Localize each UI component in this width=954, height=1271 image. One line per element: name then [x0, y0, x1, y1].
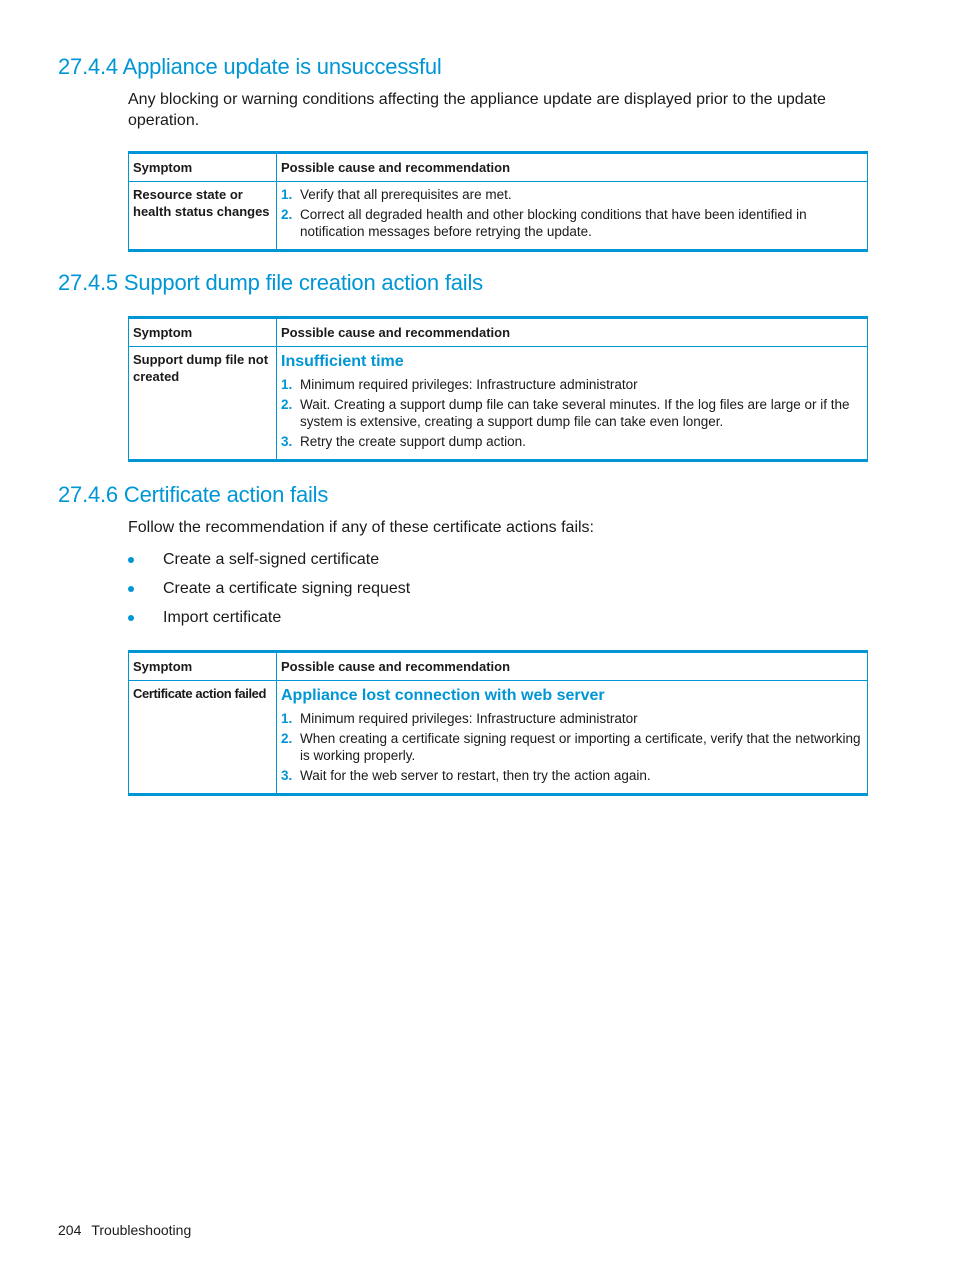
- step-text: Wait. Creating a support dump file can t…: [300, 397, 850, 429]
- step-text: Minimum required privileges: Infrastruct…: [300, 711, 638, 726]
- list-item: Create a self-signed certificate: [128, 549, 410, 578]
- symptom-table: Symptom Possible cause and recommendatio…: [128, 316, 868, 462]
- footer-section-title: Troubleshooting: [91, 1222, 192, 1238]
- list-item: Create a certificate signing request: [128, 578, 410, 607]
- list-item-text: Import certificate: [163, 609, 282, 626]
- list-item: Import certificate: [128, 607, 410, 636]
- symptom-cell: Support dump file not created: [128, 346, 277, 462]
- step-text: Wait for the web server to restart, then…: [300, 768, 651, 783]
- step-item: 2. Correct all degraded health and other …: [281, 206, 863, 240]
- step-number: 2.: [281, 397, 293, 412]
- table-header-row: Symptom Possible cause and recommendatio…: [128, 152, 868, 182]
- recommendation-cell: Insufficient time 1. Minimum required pri…: [276, 346, 868, 462]
- steps-list: 1. Minimum required privileges: Infrastru…: [281, 710, 863, 784]
- step-item: 3. Wait for the web server to restart, th…: [281, 767, 863, 784]
- step-number: 1.: [281, 187, 293, 202]
- section-intro: Any blocking or warning conditions affec…: [128, 91, 826, 129]
- table-row: Support dump file not created Insufficie…: [128, 346, 868, 462]
- step-text: Verify that all prerequisites are met.: [300, 187, 512, 202]
- steps-list: 1. Minimum required privileges: Infrastru…: [281, 376, 863, 450]
- header-recommendation: Possible cause and recommendation: [276, 152, 868, 182]
- step-item: 1. Verify that all prerequisites are met.: [281, 186, 863, 203]
- step-item: 1. Minimum required privileges: Infrastru…: [281, 710, 863, 727]
- step-text: Correct all degraded health and other bl…: [300, 207, 807, 239]
- header-symptom: Symptom: [128, 317, 277, 347]
- table-header-row: Symptom Possible cause and recommendatio…: [128, 651, 868, 681]
- step-number: 2.: [281, 207, 293, 222]
- certificate-actions-list: Create a self-signed certificate Create …: [128, 549, 410, 636]
- bullet-icon: [128, 557, 134, 563]
- step-text: When creating a certificate signing requ…: [300, 731, 861, 763]
- section-intro: Follow the recommendation if any of thes…: [128, 519, 594, 536]
- steps-list: 1. Verify that all prerequisites are met.…: [281, 186, 863, 240]
- table-row: Resource state or health status changes …: [128, 181, 868, 252]
- header-symptom: Symptom: [128, 651, 277, 681]
- header-recommendation: Possible cause and recommendation: [276, 651, 868, 681]
- symptom-cell: Certificate action failed: [128, 680, 277, 796]
- header-symptom: Symptom: [128, 152, 277, 182]
- section-heading: 27.4.5 Support dump file creation action…: [58, 270, 483, 295]
- symptom-table: Symptom Possible cause and recommendatio…: [128, 151, 868, 252]
- table-row: Certificate action failed Appliance lost…: [128, 680, 868, 796]
- list-item-text: Create a self-signed certificate: [163, 551, 380, 568]
- recommendation-cell: 1. Verify that all prerequisites are met.…: [276, 181, 868, 252]
- step-item: 2. Wait. Creating a support dump file can…: [281, 396, 863, 430]
- step-item: 3. Retry the create support dump action.: [281, 433, 863, 450]
- step-number: 1.: [281, 377, 293, 392]
- step-item: 2. When creating a certificate signing re…: [281, 730, 863, 764]
- page-number: 204: [58, 1222, 82, 1238]
- step-text: Minimum required privileges: Infrastruct…: [300, 377, 638, 392]
- header-recommendation: Possible cause and recommendation: [276, 317, 868, 347]
- step-item: 1. Minimum required privileges: Infrastru…: [281, 376, 863, 393]
- bullet-icon: [128, 586, 134, 592]
- section-heading: 27.4.6 Certificate action fails: [58, 482, 329, 507]
- page-footer: 204 Troubleshooting: [58, 1222, 201, 1238]
- step-text: Retry the create support dump action.: [300, 434, 526, 449]
- step-number: 2.: [281, 731, 293, 746]
- step-number: 1.: [281, 711, 293, 726]
- cause-heading: Appliance lost connection with web serve…: [281, 687, 605, 704]
- table-header-row: Symptom Possible cause and recommendatio…: [128, 317, 868, 347]
- cause-heading: Insufficient time: [281, 353, 404, 370]
- list-item-text: Create a certificate signing request: [163, 580, 411, 597]
- recommendation-cell: Appliance lost connection with web serve…: [276, 680, 868, 796]
- step-number: 3.: [281, 768, 293, 783]
- symptom-cell: Resource state or health status changes: [128, 181, 277, 252]
- bullet-icon: [128, 615, 134, 621]
- section-heading: 27.4.4 Appliance update is unsuccessful: [58, 54, 442, 79]
- symptom-table: Symptom Possible cause and recommendatio…: [128, 650, 868, 796]
- step-number: 3.: [281, 434, 293, 449]
